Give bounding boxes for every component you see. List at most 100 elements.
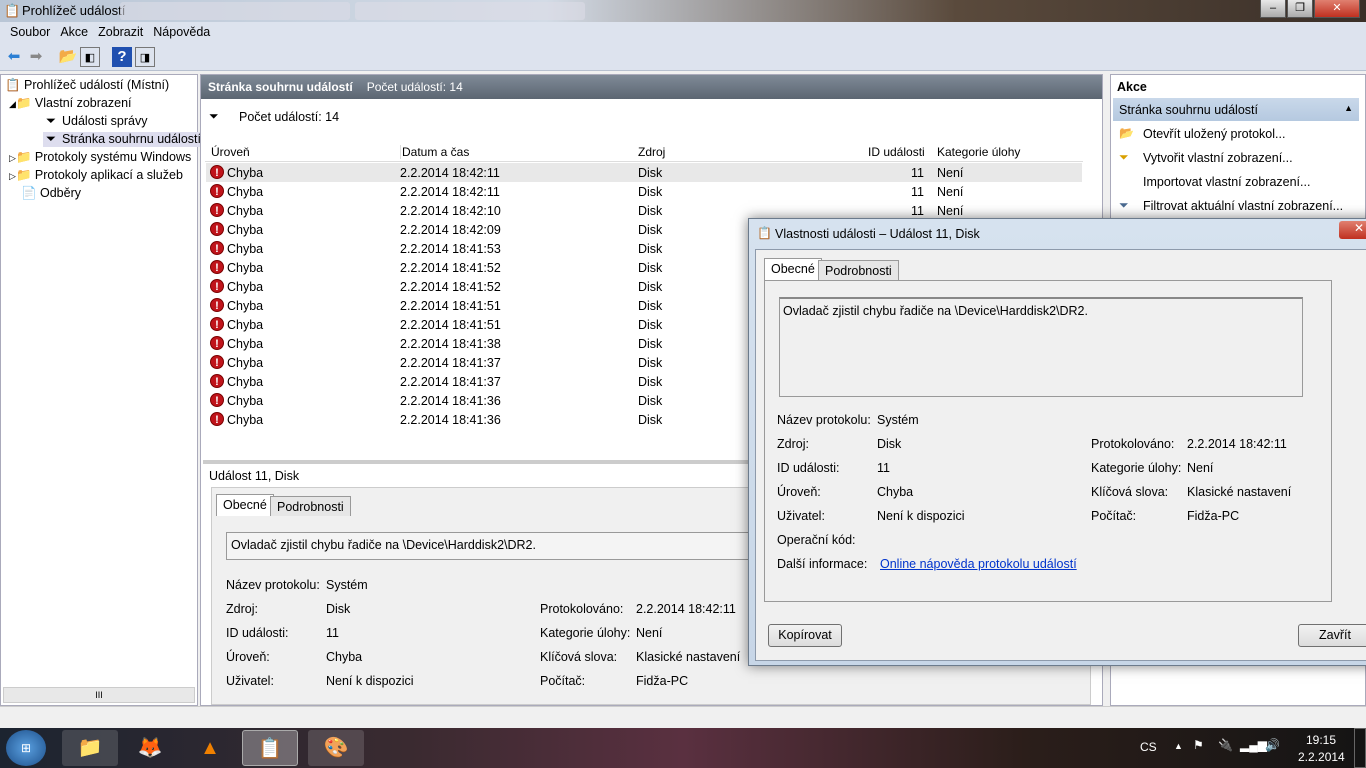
tree-horizontal-scrollbar[interactable]: III	[3, 687, 195, 703]
tab-details[interactable]: Podrobnosti	[270, 496, 351, 516]
action-import-custom-view[interactable]: Importovat vlastní zobrazení...	[1143, 175, 1310, 189]
tab-details[interactable]: Podrobnosti	[818, 260, 899, 280]
collapse-icon[interactable]: ▲	[1344, 103, 1353, 113]
menu-zobrazit[interactable]: Zobrazit	[88, 22, 143, 39]
background-tab[interactable]	[355, 2, 585, 20]
tab-general[interactable]: Obecné	[216, 494, 274, 516]
value: 11	[877, 461, 890, 475]
menu-soubor[interactable]: Soubor	[0, 22, 50, 39]
maximize-button[interactable]: ❐	[1287, 0, 1313, 18]
start-button[interactable]: ⊞	[6, 730, 46, 766]
label: Klíčová slova:	[1091, 485, 1169, 499]
value: 2.2.2014 18:42:11	[1187, 437, 1287, 451]
value: Není k dispozici	[877, 509, 965, 523]
subscriptions-icon: 📄	[21, 186, 37, 200]
label: Kategorie úlohy:	[540, 626, 631, 640]
paint-taskbar-icon[interactable]: 🎨	[308, 730, 364, 766]
collapsed-icon[interactable]: ▷	[9, 153, 16, 163]
close-dialog-button[interactable]: Zavřít	[1298, 624, 1366, 647]
tree-label: Vlastní zobrazení	[34, 96, 132, 110]
action-create-custom-view[interactable]: Vytvořit vlastní zobrazení...	[1143, 151, 1293, 165]
column-task-category[interactable]: Kategorie úlohy	[937, 145, 1020, 159]
actions-section-header[interactable]: Stránka souhrnu událostí ▲	[1113, 98, 1359, 121]
menu-akce[interactable]: Akce	[50, 22, 88, 39]
cell-date: 2.2.2014 18:41:36	[400, 413, 501, 427]
clock-time[interactable]: 19:15	[1306, 733, 1336, 747]
column-date[interactable]: Datum a čas	[400, 145, 469, 159]
close-button[interactable]: ✕	[1314, 0, 1360, 18]
scrollbar-grip[interactable]: III	[95, 690, 103, 700]
dialog-close-button[interactable]: ✕	[1339, 221, 1366, 239]
label: Uživatel:	[226, 674, 274, 688]
column-event-id[interactable]: ID události	[868, 145, 925, 159]
label: Úroveň:	[226, 650, 270, 664]
table-row[interactable]: ! Chyba 2.2.2014 18:42:11 Disk 11 Není	[206, 163, 1082, 182]
tab-general[interactable]: Obecné	[764, 258, 822, 280]
cell-date: 2.2.2014 18:42:10	[400, 204, 501, 218]
minimize-button[interactable]: –	[1260, 0, 1286, 18]
cell-date: 2.2.2014 18:42:11	[400, 185, 500, 199]
collapsed-icon[interactable]: ▷	[9, 171, 16, 181]
explorer-taskbar-icon[interactable]: 📁	[62, 730, 118, 766]
error-icon: !	[210, 241, 224, 255]
column-source[interactable]: Zdroj	[638, 145, 665, 159]
table-row[interactable]: ! Chyba 2.2.2014 18:42:11 Disk 11 Není	[206, 182, 1082, 201]
clock-date[interactable]: 2.2.2014	[1298, 750, 1345, 764]
dialog-title: Vlastnosti události – Událost 11, Disk	[775, 227, 980, 241]
online-help-link[interactable]: Online nápověda protokolu událostí	[880, 557, 1077, 571]
show-hide-tree-icon[interactable]: ◧	[80, 47, 100, 67]
language-indicator[interactable]: CS	[1140, 740, 1157, 754]
vlc-taskbar-icon[interactable]: ▲	[182, 730, 238, 766]
filter-icon: ⏷	[45, 114, 56, 128]
background-tab[interactable]	[120, 2, 350, 20]
action-center-flag-icon[interactable]: ⚑	[1193, 738, 1204, 752]
label: Počítač:	[540, 674, 586, 688]
column-level[interactable]: Úroveň	[211, 145, 250, 159]
status-bar	[0, 706, 1366, 728]
action-filter-current-view[interactable]: Filtrovat aktuální vlastní zobrazení...	[1143, 199, 1343, 213]
tree-label: Prohlížeč událostí (Místní)	[24, 78, 170, 92]
show-hide-actions-icon[interactable]: ◨	[135, 47, 155, 67]
power-icon[interactable]: 🔌	[1218, 738, 1233, 752]
tree-item-subscriptions[interactable]: 📄 Odběry	[21, 186, 81, 201]
forward-arrow-icon[interactable]: ➡	[26, 47, 46, 67]
cell-level: Chyba	[227, 242, 264, 256]
network-signal-icon[interactable]: ▂▄▆	[1240, 738, 1267, 752]
tree-item-summary-page[interactable]: ⏷ Stránka souhrnu událostí	[43, 132, 201, 147]
show-hidden-icons-icon[interactable]: ▲	[1174, 741, 1183, 751]
show-desktop-button[interactable]	[1354, 728, 1366, 768]
tree-item-admin-events[interactable]: ⏷ Události správy	[43, 114, 147, 129]
cell-source: Disk	[638, 318, 663, 332]
cell-source: Disk	[638, 204, 663, 218]
cell-level: Chyba	[227, 318, 264, 332]
tree-item-windows-logs[interactable]: ▷📁 Protokoly systému Windows	[9, 150, 191, 165]
firefox-taskbar-icon[interactable]: 🦊	[122, 730, 178, 766]
menu-napoveda[interactable]: Nápověda	[143, 22, 210, 39]
action-open-saved-log[interactable]: Otevřít uložený protokol...	[1143, 127, 1285, 141]
tree-label: Protokoly aplikací a služeb	[34, 168, 183, 182]
cell-source: Disk	[638, 413, 663, 427]
open-folder-icon[interactable]: 📂	[58, 47, 78, 67]
back-arrow-icon[interactable]: ⬅	[4, 47, 24, 67]
tree-item-root[interactable]: 📋 Prohlížeč událostí (Místní)	[5, 78, 169, 93]
label: Protokolováno:	[1091, 437, 1175, 451]
tree-item-app-logs[interactable]: ▷📁 Protokoly aplikací a služeb	[9, 168, 183, 183]
cell-level: Chyba	[227, 204, 264, 218]
error-icon: !	[210, 165, 224, 179]
cell-level: Chyba	[227, 299, 264, 313]
volume-icon[interactable]: 🔊	[1265, 738, 1280, 752]
tree-label: Stránka souhrnu událostí	[62, 132, 201, 146]
value: Systém	[326, 578, 368, 592]
expanded-icon[interactable]: ◢	[9, 99, 16, 109]
cell-level: Chyba	[227, 375, 264, 389]
tree-item-custom-views[interactable]: ◢📁 Vlastní zobrazení	[9, 96, 132, 111]
label: Zdroj:	[777, 437, 809, 451]
event-message: Ovladač zjistil chybu řadiče na \Device\…	[779, 297, 1303, 397]
cell-level: Chyba	[227, 280, 264, 294]
label: Úroveň:	[777, 485, 821, 499]
value: Fidža-PC	[1187, 509, 1240, 523]
copy-button[interactable]: Kopírovat	[768, 624, 842, 647]
help-icon[interactable]: ?	[112, 47, 132, 67]
event-viewer-taskbar-icon[interactable]: 📋	[242, 730, 298, 766]
value: Fidža-PC	[636, 674, 689, 688]
